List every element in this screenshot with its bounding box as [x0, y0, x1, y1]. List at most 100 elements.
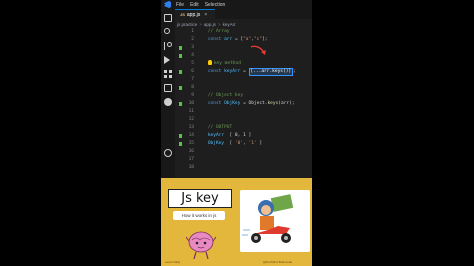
code-line[interactable]: 1 // Array [175, 28, 312, 36]
code-token: "a" [243, 37, 252, 42]
line-number: 12 [188, 117, 194, 122]
line-number: 2 [191, 37, 194, 42]
footer-left-label: Learn Daily [165, 260, 181, 264]
search-icon[interactable] [164, 28, 170, 34]
code-line[interactable]: 4 [175, 52, 312, 60]
thumbnail-banner: Js key How it works in js Learn Daily @D… [161, 178, 312, 266]
brain-mascot-icon [186, 231, 216, 260]
activity-bar [161, 9, 175, 178]
breadcrumb-file[interactable]: app.js [204, 22, 216, 27]
code-token: ]; [262, 37, 268, 42]
line-number: 18 [188, 165, 194, 170]
code-editor[interactable]: 1 // Array 2 const arr = ["a","c"]; 3 4 5 ke… [175, 28, 312, 178]
code-token: "c" [253, 37, 263, 42]
footer-handle: @DevMind Braincode [263, 260, 293, 264]
code-text: // Object key [197, 92, 243, 100]
lightbulb-icon[interactable] [207, 60, 212, 65]
breadcrumb-separator: > [217, 22, 221, 27]
menu-edit[interactable]: Edit [190, 2, 199, 8]
code-line[interactable]: 11 [175, 108, 312, 116]
code-line[interactable]: 18 [175, 164, 312, 172]
code-line[interactable]: 5 key method [175, 60, 312, 68]
code-line[interactable]: 3 [175, 44, 312, 52]
code-token: (arr); [278, 101, 295, 106]
menu-selection[interactable]: Selection [205, 2, 226, 8]
chat-icon[interactable] [164, 98, 172, 106]
line-number: 13 [188, 125, 194, 130]
vscode-logo-icon [164, 1, 171, 8]
code-token: key method [213, 61, 241, 66]
banner-title: Js key [168, 189, 232, 208]
title-bar: File Edit Selection [161, 0, 312, 9]
line-number: 9 [191, 93, 194, 98]
highlighted-expression: [...arr.keys()] [248, 68, 294, 76]
code-line[interactable]: 7 [175, 76, 312, 84]
code-token: const [197, 101, 225, 106]
code-line[interactable]: 10 const ObjKey = Object.keys(arr); [175, 100, 312, 108]
tab-app-js[interactable]: JS app.js × [175, 9, 216, 19]
code-token: ] [256, 141, 263, 146]
code-text: key method [197, 60, 241, 68]
code-token: keyArr [224, 69, 241, 74]
code-token: ObjKey [197, 141, 230, 146]
code-token: // Array [197, 29, 230, 34]
code-token: // OUTPUT [197, 125, 233, 130]
code-token: ; [293, 69, 296, 74]
line-number: 14 [188, 133, 194, 138]
code-token: // Object key [197, 93, 244, 98]
breadcrumb-separator: > [199, 22, 202, 27]
code-token: keyArr [197, 133, 230, 138]
line-number: 5 [191, 61, 194, 66]
code-token: = [ [232, 37, 244, 42]
line-number: 16 [188, 149, 194, 154]
line-number: 17 [188, 157, 194, 162]
code-token: arr [224, 37, 233, 42]
code-token: = [240, 69, 249, 74]
code-line[interactable]: 13 // OUTPUT [175, 124, 312, 132]
files-icon[interactable] [164, 14, 172, 22]
breadcrumb-folder[interactable]: js practice [177, 22, 197, 27]
remote-icon[interactable] [164, 84, 172, 92]
breadcrumb-symbol[interactable]: keyArr [223, 22, 236, 27]
code-text: const ObjKey = Object.keys(arr); [197, 100, 295, 108]
line-number: 11 [188, 109, 194, 114]
code-line[interactable]: 17 [175, 156, 312, 164]
line-number: 10 [188, 101, 194, 106]
tab-label: app.js [186, 11, 201, 18]
line-number: 7 [191, 77, 194, 82]
line-number: 8 [191, 85, 194, 90]
code-text: const keyArr = [...arr.keys()]; [197, 68, 296, 76]
code-line[interactable]: 15 ObjKey [ '0', '1' ] [175, 140, 312, 148]
code-line[interactable]: 9 // Object key [175, 92, 312, 100]
code-text: const arr = ["a","c"]; [197, 36, 268, 44]
breadcrumb: js practice > app.js > keyArr [177, 21, 236, 28]
menu-file[interactable]: File [176, 2, 184, 8]
code-line[interactable]: 6 const keyArr = [...arr.keys()]; [175, 68, 312, 76]
account-icon[interactable] [164, 149, 172, 157]
code-text: // OUTPUT [197, 124, 232, 132]
code-token: const [197, 37, 225, 42]
line-number: 3 [191, 45, 194, 50]
code-token: const [197, 69, 225, 74]
line-number: 4 [191, 53, 194, 58]
code-token: '0' [234, 141, 244, 146]
code-text: // Array [197, 28, 230, 36]
code-line[interactable]: 14 keyArr [ 0, 1 ] [175, 132, 312, 140]
line-number: 1 [191, 29, 194, 34]
code-line[interactable]: 12 [175, 116, 312, 124]
code-line[interactable]: 2 const arr = ["a","c"]; [175, 36, 312, 44]
code-token: keys [267, 101, 279, 106]
code-line[interactable]: 16 [175, 148, 312, 156]
scooter-illustration [240, 190, 310, 252]
run-debug-icon[interactable] [164, 56, 170, 64]
code-token: [ 0, 1 ] [229, 133, 252, 138]
line-number: 6 [191, 69, 194, 74]
extensions-icon[interactable] [164, 70, 172, 78]
code-token: = Object. [240, 101, 268, 106]
close-icon[interactable]: × [204, 12, 207, 18]
code-text: ObjKey [ '0', '1' ] [197, 140, 262, 148]
js-file-icon: JS [180, 12, 185, 17]
source-control-icon[interactable] [164, 42, 172, 50]
code-token: ObjKey [224, 101, 241, 106]
code-line[interactable]: 8 [175, 84, 312, 92]
